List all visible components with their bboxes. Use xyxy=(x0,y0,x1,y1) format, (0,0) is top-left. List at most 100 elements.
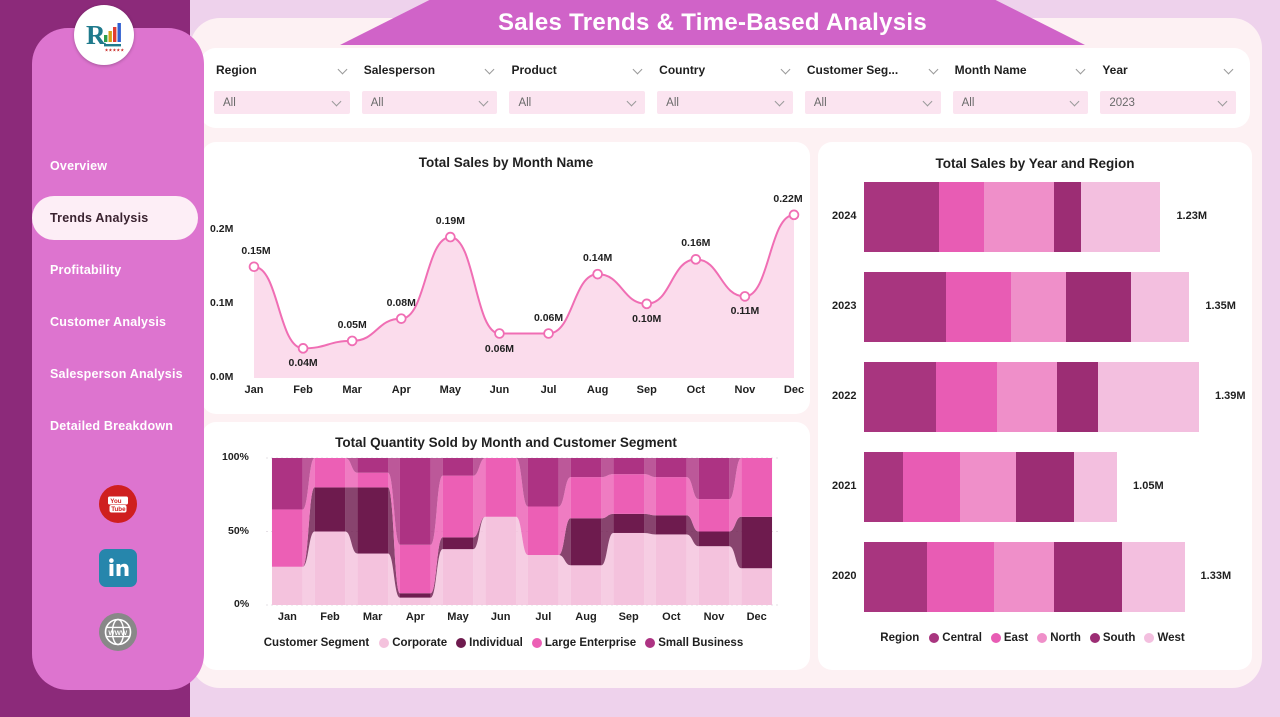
slicer-title: Month Name xyxy=(954,63,1027,77)
slicer-header-year[interactable]: Year xyxy=(1100,58,1236,82)
slicer-dropdown-region[interactable]: All xyxy=(214,91,350,114)
chevron-down-icon[interactable] xyxy=(1077,66,1086,75)
bar-segment-west[interactable] xyxy=(1121,542,1185,612)
bar-segment-south[interactable] xyxy=(1015,452,1074,522)
sidebar-item-detailed-breakdown[interactable]: Detailed Breakdown xyxy=(32,400,204,452)
card-quantity-by-month-segment: Total Quantity Sold by Month and Custome… xyxy=(202,422,810,670)
bar-segment-east[interactable] xyxy=(902,452,961,522)
slicer-header-month-name[interactable]: Month Name xyxy=(953,58,1089,82)
bar-segment-north[interactable] xyxy=(960,452,1016,522)
legend-item-west[interactable]: West xyxy=(1144,632,1185,644)
legend-swatch xyxy=(456,638,467,648)
chevron-down-icon[interactable] xyxy=(924,98,933,107)
line-data-label: 0.10M xyxy=(632,312,662,325)
bar-row[interactable]: 2023 1.35M xyxy=(818,272,1252,342)
sidebar-item-trends-analysis[interactable]: Trends Analysis xyxy=(32,192,204,244)
bar-row[interactable]: 2024 1.23M xyxy=(818,182,1252,252)
sidebar-item-overview[interactable]: Overview xyxy=(32,140,204,192)
legend-swatch xyxy=(1089,633,1100,643)
bar-row[interactable]: 2020 1.33M xyxy=(818,542,1252,612)
bar-row[interactable]: 2021 1.05M xyxy=(818,452,1252,522)
bar-segment-east[interactable] xyxy=(936,362,997,432)
slicer-header-customer-seg[interactable]: Customer Seg... xyxy=(805,58,941,82)
slicer-dropdown-year[interactable]: 2023 xyxy=(1100,91,1237,114)
sidebar-item-salesperson-analysis[interactable]: Salesperson Analysis xyxy=(32,348,204,400)
bar-segment-central[interactable] xyxy=(864,362,937,432)
bar-segment-south[interactable] xyxy=(1066,272,1132,342)
bar-segment-east[interactable] xyxy=(926,542,995,612)
bar-segment-north[interactable] xyxy=(994,542,1055,612)
svg-text:R: R xyxy=(86,20,106,50)
line-data-label: 0.06M xyxy=(533,311,564,324)
youtube-icon[interactable]: You Tube xyxy=(99,485,137,523)
slicer-header-product[interactable]: Product xyxy=(509,58,645,82)
sidebar-item-profitability[interactable]: Profitability xyxy=(32,244,204,296)
chevron-down-icon[interactable] xyxy=(776,98,785,107)
legend-item-south[interactable]: South xyxy=(1089,632,1135,644)
chevron-down-icon[interactable] xyxy=(634,66,643,75)
ribbon-y-tick: 50% xyxy=(228,524,250,537)
chevron-down-icon[interactable] xyxy=(1219,98,1228,107)
slicer-bar: Region All Salesperson All Product All Country… xyxy=(200,48,1250,128)
slicer-dropdown-customer-seg[interactable]: All xyxy=(804,91,941,114)
bar-segment-central[interactable] xyxy=(864,542,927,612)
slicer-dropdown-product[interactable]: All xyxy=(509,91,646,114)
chevron-down-icon[interactable] xyxy=(782,66,791,75)
svg-text:You: You xyxy=(110,498,121,505)
bar-segment-south[interactable] xyxy=(1056,362,1098,432)
ribbon-x-tick: Aug xyxy=(575,611,597,623)
legend-label: Large Enterprise xyxy=(544,637,637,649)
bar-segment-west[interactable] xyxy=(1097,362,1199,432)
bar-row[interactable]: 2022 1.39M xyxy=(818,362,1252,432)
slicer-title: Year xyxy=(1102,63,1128,77)
bar-total-label: 1.39M xyxy=(1215,390,1246,402)
ribbon-x-tick: Oct xyxy=(662,611,681,623)
slicer-header-salesperson[interactable]: Salesperson xyxy=(362,58,498,82)
report-header: Sales Trends & Time-Based Analysis xyxy=(340,0,1085,45)
bar-segment-east[interactable] xyxy=(945,272,1011,342)
chevron-down-icon[interactable] xyxy=(486,66,495,75)
chevron-down-icon[interactable] xyxy=(339,66,348,75)
chevron-down-icon[interactable] xyxy=(480,98,489,107)
bar-segment-central[interactable] xyxy=(864,272,946,342)
slicer-dropdown-salesperson[interactable]: All xyxy=(361,91,498,114)
bar-segment-west[interactable] xyxy=(1073,452,1117,522)
bar-segment-central[interactable] xyxy=(864,182,939,252)
slicer-dropdown-country[interactable]: All xyxy=(657,91,793,114)
slicer-title: Product xyxy=(511,63,557,77)
slicer-dropdown-month-name[interactable]: All xyxy=(952,91,1089,114)
legend-item-small-business[interactable]: Small Business xyxy=(645,637,743,649)
legend-item-individual[interactable]: Individual xyxy=(456,637,523,649)
slicer-customer-seg: Customer Seg... All xyxy=(799,58,947,128)
chevron-down-icon[interactable] xyxy=(1225,66,1234,75)
ribbon-x-tick: May xyxy=(447,611,469,623)
legend-item-corporate[interactable]: Corporate xyxy=(379,637,447,649)
bar-segment-west[interactable] xyxy=(1131,272,1190,342)
linkedin-icon[interactable] xyxy=(99,549,137,587)
chevron-down-icon[interactable] xyxy=(333,98,342,107)
legend-item-east[interactable]: East xyxy=(990,632,1028,644)
line-x-tick: Feb xyxy=(293,384,313,396)
sidebar-socials: You Tube WWW xyxy=(32,485,204,677)
chevron-down-icon[interactable] xyxy=(1071,98,1080,107)
slicer-header-country[interactable]: Country xyxy=(657,58,793,82)
card-total-sales-by-month: Total Sales by Month Name 0.0M 0.1M 0.2M Ja… xyxy=(202,142,810,414)
bar-segment-north[interactable] xyxy=(984,182,1055,252)
legend-item-central[interactable]: Central xyxy=(929,632,982,644)
bar-segment-south[interactable] xyxy=(1054,542,1122,612)
bar-segment-west[interactable] xyxy=(1080,182,1161,252)
chevron-down-icon[interactable] xyxy=(628,98,637,107)
legend-item-large-enterprise[interactable]: Large Enterprise xyxy=(531,637,637,649)
bar-segment-south[interactable] xyxy=(1054,182,1081,252)
website-icon[interactable]: WWW xyxy=(99,613,137,651)
slicer-value: All xyxy=(518,96,532,109)
line-data-label: 0.16M xyxy=(681,237,711,250)
bar-segment-east[interactable] xyxy=(938,182,985,252)
bar-segment-north[interactable] xyxy=(1011,272,1067,342)
legend-item-north[interactable]: North xyxy=(1037,632,1081,644)
chevron-down-icon[interactable] xyxy=(930,66,939,75)
slicer-header-region[interactable]: Region xyxy=(214,58,350,82)
sidebar-item-customer-analysis[interactable]: Customer Analysis xyxy=(32,296,204,348)
bar-segment-north[interactable] xyxy=(996,362,1057,432)
bar-segment-central[interactable] xyxy=(864,452,903,522)
